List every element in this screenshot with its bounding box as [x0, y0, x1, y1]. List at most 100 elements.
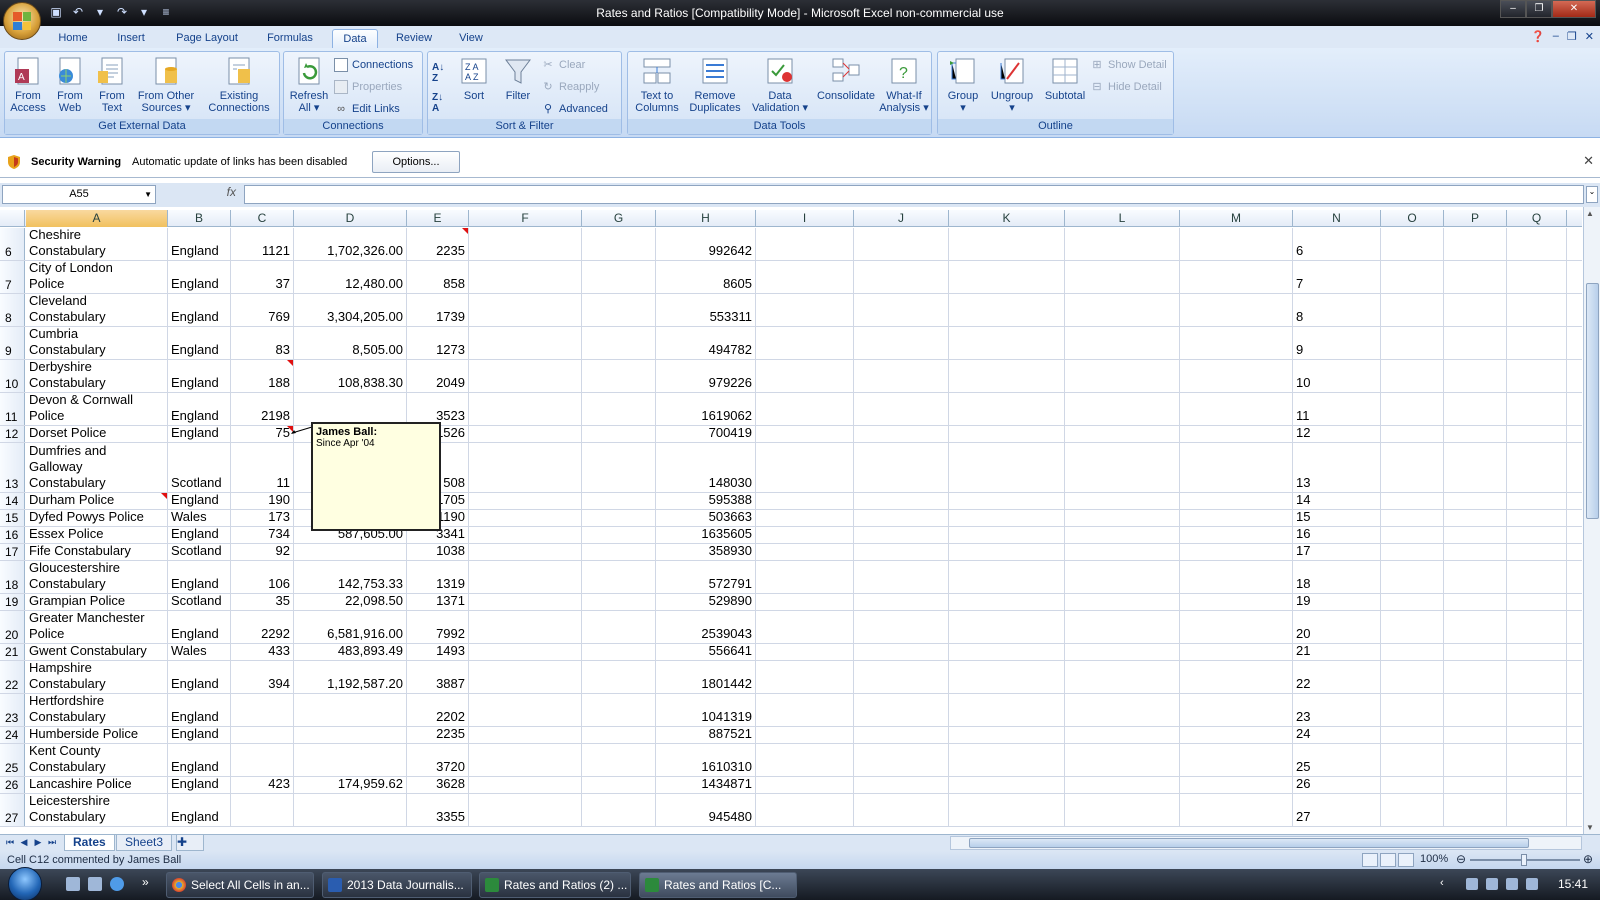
cell-f[interactable] [469, 777, 582, 793]
cell-h[interactable]: 8605 [656, 261, 756, 293]
scroll-down-icon[interactable]: ▼ [1586, 823, 1594, 832]
cell-i[interactable] [756, 443, 854, 492]
cell-q[interactable] [1507, 611, 1567, 643]
cell-i[interactable] [756, 261, 854, 293]
cell-k[interactable] [949, 694, 1065, 726]
cell-a[interactable]: Dorset Police [26, 426, 168, 442]
cell-q[interactable] [1507, 510, 1567, 526]
vertical-scrollbar[interactable]: ▲ ▼ [1583, 207, 1600, 834]
cell-l[interactable] [1065, 527, 1180, 543]
cell-m[interactable] [1180, 544, 1293, 560]
vertical-scroll-thumb[interactable] [1586, 283, 1599, 519]
cell-i[interactable] [756, 527, 854, 543]
cell-p[interactable] [1444, 611, 1507, 643]
column-header-n[interactable]: N [1293, 210, 1381, 227]
data-validation-button[interactable]: Data Validation ▾ [748, 55, 812, 114]
cell-f[interactable] [469, 544, 582, 560]
refresh-all-button[interactable]: Refresh All ▾ [287, 55, 331, 114]
row-header[interactable]: 19 [0, 594, 25, 610]
cell-e[interactable]: 2202 [407, 694, 469, 726]
cell-l[interactable] [1065, 360, 1180, 392]
cell-l[interactable] [1065, 744, 1180, 776]
cell-b[interactable]: England [168, 777, 231, 793]
cell-j[interactable] [854, 294, 949, 326]
cell-f[interactable] [469, 228, 582, 260]
cell-n[interactable]: 11 [1293, 393, 1381, 425]
cell-m[interactable] [1180, 443, 1293, 492]
cell-i[interactable] [756, 294, 854, 326]
cell-e[interactable]: 3355 [407, 794, 469, 826]
cell-b[interactable]: England [168, 727, 231, 743]
cell-l[interactable] [1065, 727, 1180, 743]
cell-k[interactable] [949, 393, 1065, 425]
cell-f[interactable] [469, 294, 582, 326]
cell-a[interactable]: Durham Police [26, 493, 168, 509]
cell-c[interactable] [231, 694, 294, 726]
cell-j[interactable] [854, 644, 949, 660]
cell-b[interactable]: Wales [168, 644, 231, 660]
filter-button[interactable]: Filter [498, 55, 538, 102]
cell-n[interactable]: 24 [1293, 727, 1381, 743]
cell-g[interactable] [582, 794, 656, 826]
overflow-chevron-icon[interactable]: » [142, 875, 149, 889]
cell-o[interactable] [1381, 393, 1444, 425]
cell-p[interactable] [1444, 510, 1507, 526]
cell-k[interactable] [949, 611, 1065, 643]
cell-j[interactable] [854, 661, 949, 693]
cell-e[interactable]: 3628 [407, 777, 469, 793]
sort-z-to-a-button[interactable]: Z↓ A [432, 92, 443, 114]
cell-f[interactable] [469, 443, 582, 492]
row-header[interactable]: 25 [0, 744, 25, 776]
cell-o[interactable] [1381, 527, 1444, 543]
horizontal-scroll-thumb[interactable] [969, 838, 1529, 848]
cell-e[interactable]: 2235 [407, 727, 469, 743]
cell-b[interactable]: England [168, 360, 231, 392]
cell-h[interactable]: 992642 [656, 228, 756, 260]
cell-o[interactable] [1381, 327, 1444, 359]
restore-button[interactable]: ❐ [1526, 0, 1552, 18]
cell-q[interactable] [1507, 544, 1567, 560]
cell-d[interactable] [294, 393, 407, 425]
cell-c[interactable]: 173 [231, 510, 294, 526]
cell-q[interactable] [1507, 327, 1567, 359]
cell-p[interactable] [1444, 794, 1507, 826]
cell-j[interactable] [854, 727, 949, 743]
cell-f[interactable] [469, 261, 582, 293]
cell-d[interactable]: 174,959.62 [294, 777, 407, 793]
cell-l[interactable] [1065, 327, 1180, 359]
cell-j[interactable] [854, 611, 949, 643]
cell-i[interactable] [756, 493, 854, 509]
cell-g[interactable] [582, 393, 656, 425]
cell-b[interactable]: England [168, 261, 231, 293]
cell-p[interactable] [1444, 594, 1507, 610]
tab-insert[interactable]: Insert [108, 29, 154, 48]
cell-o[interactable] [1381, 493, 1444, 509]
cell-i[interactable] [756, 594, 854, 610]
cell-g[interactable] [582, 561, 656, 593]
column-header-b[interactable]: B [168, 210, 231, 227]
cell-n[interactable]: 18 [1293, 561, 1381, 593]
cell-q[interactable] [1507, 777, 1567, 793]
cell-e[interactable]: 3523 [407, 393, 469, 425]
row-header[interactable]: 21 [0, 644, 25, 660]
row-header[interactable]: 15 [0, 510, 25, 526]
cell-n[interactable]: 17 [1293, 544, 1381, 560]
cell-m[interactable] [1180, 327, 1293, 359]
cell-g[interactable] [582, 360, 656, 392]
cell-a[interactable]: Cleveland Constabulary [26, 294, 168, 326]
cell-d[interactable]: 1,192,587.20 [294, 661, 407, 693]
cell-m[interactable] [1180, 360, 1293, 392]
cell-o[interactable] [1381, 360, 1444, 392]
zoom-out-icon[interactable]: ⊖ [1456, 852, 1466, 866]
existing-connections-button[interactable]: Existing Connections [205, 55, 273, 114]
row-header[interactable]: 18 [0, 561, 25, 593]
cell-m[interactable] [1180, 744, 1293, 776]
cell-o[interactable] [1381, 794, 1444, 826]
cell-f[interactable] [469, 527, 582, 543]
cell-j[interactable] [854, 443, 949, 492]
cell-f[interactable] [469, 661, 582, 693]
cell-o[interactable] [1381, 611, 1444, 643]
row-header[interactable]: 26 [0, 777, 25, 793]
cell-f[interactable] [469, 426, 582, 442]
cell-o[interactable] [1381, 694, 1444, 726]
